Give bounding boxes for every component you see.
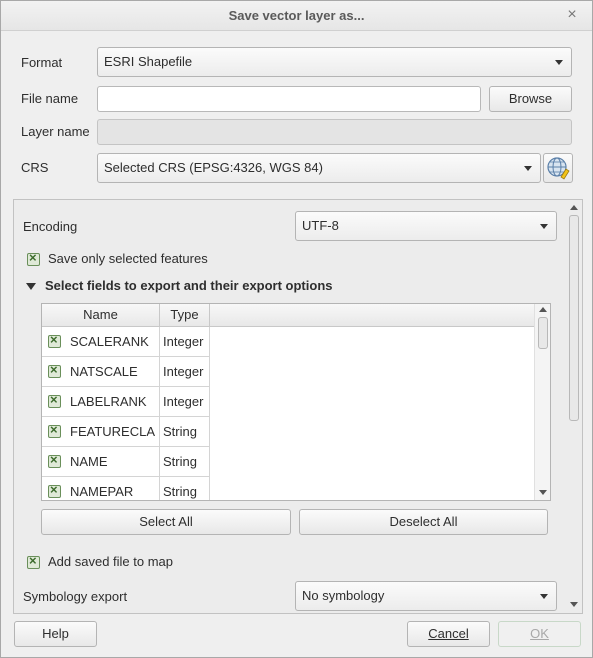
- deselect-all-button[interactable]: Deselect All: [299, 509, 548, 535]
- scroll-up-arrow-icon[interactable]: [570, 205, 578, 210]
- column-header-name[interactable]: Name: [42, 304, 160, 327]
- table-row[interactable]: NAME String: [42, 447, 210, 477]
- field-type-cell: String: [160, 477, 210, 500]
- title-bar[interactable]: Save vector layer as... ×: [1, 1, 592, 31]
- scroll-down-arrow-icon[interactable]: [539, 490, 547, 495]
- fields-section-title[interactable]: Select fields to export and their export…: [45, 278, 333, 293]
- globe-projection-icon: [547, 157, 570, 180]
- scrollbar-thumb[interactable]: [538, 317, 548, 349]
- field-checkbox[interactable]: [48, 452, 61, 468]
- encoding-select-value: UTF-8: [302, 218, 339, 233]
- crs-label: CRS: [21, 160, 49, 175]
- layername-label: Layer name: [21, 124, 90, 139]
- help-button[interactable]: Help: [14, 621, 97, 647]
- layername-input: [97, 119, 572, 145]
- add-to-map-label[interactable]: Add saved file to map: [48, 554, 173, 569]
- symbology-label: Symbology export: [23, 589, 128, 604]
- crs-select-value: Selected CRS (EPSG:4326, WGS 84): [104, 160, 323, 175]
- scroll-down-arrow-icon[interactable]: [570, 602, 578, 607]
- options-panel: Encoding UTF-8 Save only selected featur…: [13, 199, 583, 614]
- dialog-title: Save vector layer as...: [228, 8, 365, 23]
- format-select-value: ESRI Shapefile: [104, 54, 193, 69]
- table-scrollbar[interactable]: [534, 304, 550, 500]
- chevron-down-icon: [524, 166, 532, 171]
- filename-input[interactable]: [97, 86, 481, 112]
- field-checkbox[interactable]: [48, 332, 61, 348]
- save-vector-layer-dialog: Save vector layer as... × Format ESRI Sh…: [0, 0, 593, 658]
- ok-button: OK: [498, 621, 581, 647]
- cancel-button[interactable]: Cancel: [407, 621, 490, 647]
- scroll-up-arrow-icon[interactable]: [539, 307, 547, 312]
- close-icon[interactable]: ×: [562, 5, 582, 25]
- table-row[interactable]: LABELRANK Integer: [42, 387, 210, 417]
- symbology-select-value: No symbology: [302, 588, 385, 603]
- ok-button-label: OK: [530, 626, 549, 641]
- add-to-map-checkbox[interactable]: [27, 553, 40, 569]
- field-checkbox[interactable]: [48, 392, 61, 408]
- encoding-label: Encoding: [23, 219, 78, 234]
- field-type-cell: Integer: [160, 387, 210, 417]
- save-selected-checkbox[interactable]: [27, 250, 40, 266]
- browse-button[interactable]: Browse: [489, 86, 572, 112]
- scrollbar-thumb[interactable]: [569, 215, 579, 421]
- field-type-cell: String: [160, 447, 210, 477]
- column-header-type[interactable]: Type: [160, 304, 210, 327]
- format-select[interactable]: ESRI Shapefile: [97, 47, 572, 77]
- symbology-select[interactable]: No symbology: [295, 581, 557, 611]
- table-row[interactable]: NAMEPAR String: [42, 477, 210, 500]
- format-label: Format: [21, 55, 63, 70]
- field-type-cell: Integer: [160, 327, 210, 357]
- fields-table: Name Type SCALERANK Integer NATSCALE Int…: [41, 303, 551, 501]
- crs-selector-button[interactable]: [543, 153, 573, 183]
- chevron-down-icon: [555, 60, 563, 65]
- select-all-button[interactable]: Select All: [41, 509, 291, 535]
- field-checkbox[interactable]: [48, 482, 61, 498]
- chevron-down-icon: [540, 224, 548, 229]
- field-checkbox[interactable]: [48, 362, 61, 378]
- field-type-cell: Integer: [160, 357, 210, 387]
- chevron-down-icon: [540, 594, 548, 599]
- collapse-arrow-icon[interactable]: [26, 283, 36, 290]
- field-checkbox[interactable]: [48, 422, 61, 438]
- cancel-button-label: Cancel: [428, 626, 469, 641]
- save-selected-label[interactable]: Save only selected features: [48, 251, 208, 266]
- table-row[interactable]: NATSCALE Integer: [42, 357, 210, 387]
- filename-label: File name: [21, 91, 79, 106]
- table-row[interactable]: FEATURECLA String: [42, 417, 210, 447]
- field-type-cell: String: [160, 417, 210, 447]
- encoding-select[interactable]: UTF-8: [295, 211, 557, 241]
- options-scrollbar[interactable]: [567, 200, 582, 613]
- crs-select[interactable]: Selected CRS (EPSG:4326, WGS 84): [97, 153, 541, 183]
- table-row[interactable]: SCALERANK Integer: [42, 327, 210, 357]
- table-header: Name Type: [42, 304, 536, 327]
